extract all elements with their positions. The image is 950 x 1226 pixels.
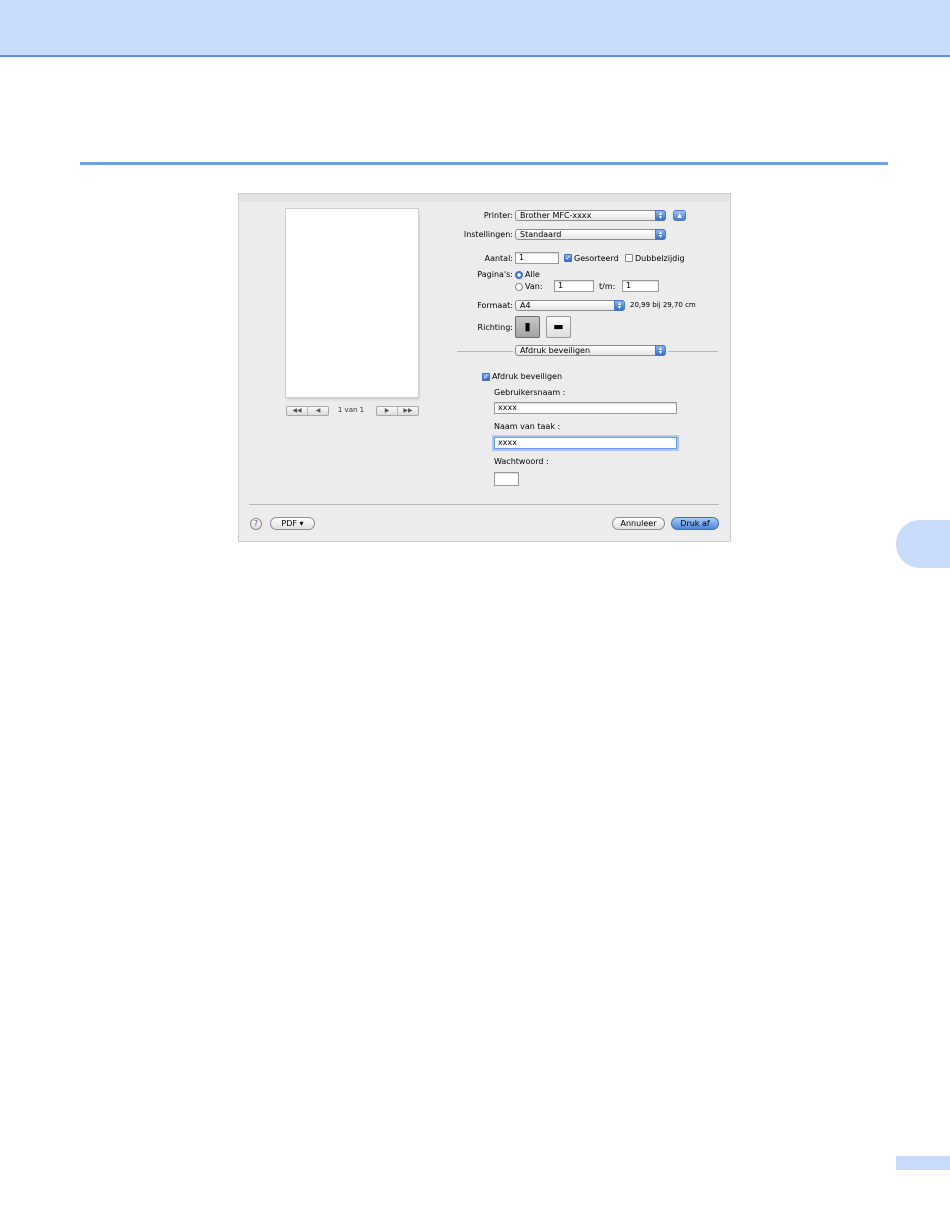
popup-arrows-icon: ▴ ▾ bbox=[614, 300, 625, 311]
preview-page-count: 1 van 1 bbox=[337, 406, 365, 414]
pages-range-radio[interactable] bbox=[515, 283, 523, 291]
pages-from-input[interactable]: 1 bbox=[554, 280, 594, 292]
pages-all-label: Alle bbox=[525, 270, 540, 279]
preview-next-buttons: ▶ ▶▶ bbox=[376, 406, 419, 416]
help-icon[interactable]: ? bbox=[250, 518, 262, 530]
panel-menu-value: Afdruk beveiligen bbox=[520, 346, 591, 355]
password-input[interactable] bbox=[494, 472, 519, 486]
copies-input[interactable]: 1 bbox=[515, 252, 559, 264]
settings-value: Standaard bbox=[520, 230, 562, 239]
print-button[interactable]: Druk af bbox=[671, 517, 719, 530]
paper-size-popup[interactable]: A4 ▴ ▾ bbox=[515, 300, 625, 311]
section-divider bbox=[80, 162, 888, 165]
footer-separator bbox=[249, 504, 719, 505]
duplex-checkbox[interactable] bbox=[625, 254, 633, 262]
username-label: Gebruikersnaam : bbox=[494, 388, 566, 397]
printer-label: Printer: bbox=[483, 211, 513, 220]
last-page-button[interactable]: ▶▶ bbox=[397, 407, 418, 415]
pages-to-input[interactable]: 1 bbox=[622, 280, 659, 292]
page-number-tab bbox=[896, 1156, 950, 1170]
collated-label: Gesorteerd bbox=[574, 254, 619, 263]
duplex-label: Dubbelzijdig bbox=[635, 254, 685, 263]
panel-separator-left bbox=[457, 351, 513, 352]
printer-popup[interactable]: Brother MFC-xxxx ▴ ▾ bbox=[515, 210, 666, 221]
next-page-button[interactable]: ▶ bbox=[377, 407, 397, 415]
cancel-button[interactable]: Annuleer bbox=[612, 517, 665, 530]
pdf-button[interactable]: PDF ▾ bbox=[270, 517, 315, 530]
settings-label: Instellingen: bbox=[463, 230, 513, 239]
panel-menu-popup[interactable]: Afdruk beveiligen ▴ ▾ bbox=[515, 345, 666, 356]
jobname-label: Naam van taak : bbox=[494, 422, 561, 431]
settings-popup[interactable]: Standaard ▴ ▾ bbox=[515, 229, 666, 240]
previous-page-button[interactable]: ◀ bbox=[307, 407, 328, 415]
header-band-border bbox=[0, 55, 950, 57]
disclosure-up-icon[interactable]: ▲ bbox=[673, 210, 686, 221]
username-input[interactable]: xxxx bbox=[494, 402, 677, 414]
panel-separator-right bbox=[668, 351, 718, 352]
popup-arrows-icon: ▴ ▾ bbox=[655, 229, 666, 240]
preview-prev-buttons: ◀◀ ◀ bbox=[286, 406, 329, 416]
password-label: Wachtwoord : bbox=[494, 457, 549, 466]
pages-label: Pagina's: bbox=[477, 270, 513, 279]
secure-print-label: Afdruk beveiligen bbox=[492, 372, 563, 381]
popup-arrows-icon: ▴ ▾ bbox=[655, 345, 666, 356]
secure-print-checkbox[interactable]: ✓ bbox=[482, 373, 490, 381]
pages-from-label: Van: bbox=[525, 282, 543, 291]
portrait-orientation-icon[interactable]: ▮ bbox=[515, 316, 540, 338]
jobname-input[interactable]: xxxx bbox=[494, 437, 677, 449]
landscape-orientation-icon[interactable]: ▬ bbox=[546, 316, 571, 338]
pages-to-label: t/m: bbox=[599, 282, 616, 291]
pages-all-radio[interactable] bbox=[515, 271, 523, 279]
dialog-top-strip bbox=[239, 194, 730, 202]
paper-size-label: Formaat: bbox=[477, 301, 513, 310]
paper-size-dimensions: 20,99 bij 29,70 cm bbox=[630, 301, 696, 309]
paper-size-value: A4 bbox=[520, 301, 531, 310]
printer-value: Brother MFC-xxxx bbox=[520, 211, 592, 220]
orientation-label: Richting: bbox=[477, 323, 513, 332]
header-band bbox=[0, 0, 950, 55]
chapter-tab bbox=[896, 520, 950, 568]
collated-checkbox[interactable]: ✓ bbox=[564, 254, 572, 262]
first-page-button[interactable]: ◀◀ bbox=[287, 407, 307, 415]
print-dialog: ◀◀ ◀ 1 van 1 ▶ ▶▶ Printer: Brother MFC-x… bbox=[238, 193, 731, 542]
popup-arrows-icon: ▴ ▾ bbox=[655, 210, 666, 221]
page-preview bbox=[286, 209, 418, 397]
copies-label: Aantal: bbox=[484, 254, 513, 263]
